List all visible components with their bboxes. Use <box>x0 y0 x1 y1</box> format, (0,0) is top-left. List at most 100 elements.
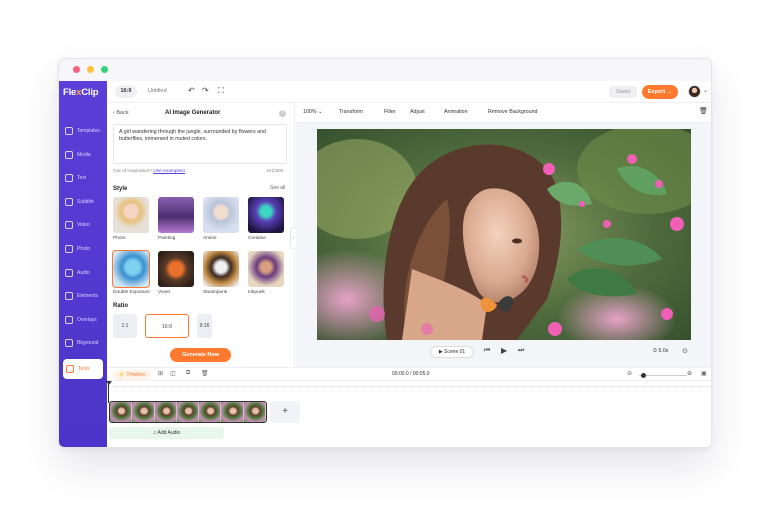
sidebar-item-label: Tools <box>78 366 90 372</box>
trim-icon[interactable]: ◫ <box>170 370 176 377</box>
use-examples-link[interactable]: Use examples! <box>153 169 185 174</box>
timeline-toolbar: ⚡ Timeline ⊞ ◫ ⧉ 🗑 00:00.0 / 00:05.0 ⊖ ⊕… <box>107 367 711 381</box>
window-titlebar <box>59 59 711 81</box>
see-all-link[interactable]: See all <box>270 185 285 191</box>
next-icon[interactable]: ⏭ <box>518 347 524 355</box>
sidebar-item-label: Audio <box>77 269 90 276</box>
background-icon <box>65 339 73 348</box>
add-clip-button[interactable]: + <box>270 401 300 423</box>
style-option-creative[interactable]: Creative <box>248 197 284 241</box>
scene-button[interactable]: ▶ Scene 01 <box>430 346 474 358</box>
player-controls: ▶ Scene 01 ⏮ ▶ ⏭ ⏱ 5.0s ⊙ <box>296 345 711 367</box>
playhead[interactable] <box>106 381 112 403</box>
aspect-ratio-button[interactable]: 16:9 <box>115 85 137 98</box>
sidebar-item-bkground[interactable]: Bkground <box>59 333 107 353</box>
undo-icon[interactable]: ↶ <box>188 86 195 96</box>
maximize-dot[interactable] <box>101 66 108 73</box>
generate-now-button[interactable]: Generate Now <box>170 348 231 362</box>
style-option-double-exposure[interactable]: Double Exposure <box>112 250 150 295</box>
timeline-tab[interactable]: ⚡ Timeline <box>113 370 151 380</box>
sidebar-item-video[interactable]: Video <box>59 215 107 235</box>
sidebar-item-media[interactable]: Media <box>59 145 107 165</box>
sidebar-item-photo[interactable]: Photo <box>59 239 107 259</box>
sidebar-item-label: Elements <box>77 293 98 300</box>
browser-window: FlexClip Templates Media Text Subtitle Video… <box>58 58 712 448</box>
ratio-heading: Ratio <box>113 303 128 309</box>
sidebar-item-audio[interactable]: Audio <box>59 263 107 283</box>
editor-toolbar: 100% ⌄ Transform Filter Adjust Animation… <box>296 103 711 123</box>
sidebar-item-tools[interactable]: Tools <box>63 359 103 379</box>
sidebar-item-label: Text <box>77 175 87 182</box>
ai-image-generator-panel: ‹ Back AI Image Generator ? A girl wande… <box>107 103 295 367</box>
girl-in-jungle-image <box>317 129 691 340</box>
delete-icon[interactable]: 🗑 <box>201 370 209 377</box>
project-title[interactable]: Untitled <box>148 88 167 94</box>
style-option-painting[interactable]: Painting <box>158 197 194 241</box>
sidebar-item-elements[interactable]: Elements <box>59 286 107 306</box>
style-heading: Style <box>113 186 128 192</box>
sidebar-item-templates[interactable]: Templates <box>59 121 107 141</box>
animation-button[interactable]: Animation <box>444 109 468 115</box>
text-icon <box>65 174 73 183</box>
photo-icon <box>65 245 73 253</box>
sidebar-item-label: Templates <box>77 128 100 134</box>
sidebar-item-label: Media <box>77 151 91 158</box>
tools-icon <box>66 365 74 373</box>
generated-image-preview[interactable] <box>317 129 691 340</box>
add-audio-button[interactable]: ♫ Add Audio <box>109 427 224 439</box>
minimize-dot[interactable] <box>87 66 94 73</box>
remove-background-button[interactable]: Remove Background <box>488 109 537 115</box>
timeline-ruler <box>107 381 711 387</box>
templates-icon <box>65 127 73 135</box>
flexclip-logo[interactable]: FlexClip <box>63 87 99 98</box>
overlays-icon <box>65 315 73 324</box>
sidebar-item-text[interactable]: Text <box>59 168 107 188</box>
style-option-steampunk[interactable]: Steampunk <box>203 251 239 295</box>
style-option-anime[interactable]: Anime <box>203 197 239 241</box>
filter-button[interactable]: Filter <box>384 109 396 115</box>
audio-icon <box>65 268 73 277</box>
zoom-out-icon[interactable]: ⊖ <box>627 370 632 377</box>
timeline-tracks: + ♫ Add Audio <box>106 381 711 447</box>
style-option-voxel[interactable]: Voxel <box>158 251 194 295</box>
style-option-photo[interactable]: Photo <box>113 197 149 241</box>
zoom-slider-knob[interactable] <box>641 373 647 378</box>
sidebar-item-subtitle[interactable]: Subtitle <box>59 192 107 212</box>
export-button[interactable]: Export → <box>642 85 678 99</box>
adjust-button[interactable]: Adjust <box>410 109 425 115</box>
avatar[interactable] <box>688 85 701 98</box>
split-icon[interactable]: ⊞ <box>158 370 163 377</box>
ratio-option-9-16[interactable]: 9:16 <box>197 314 212 338</box>
sidebar-item-label: Bkground <box>77 340 99 347</box>
redo-icon[interactable]: ↷ <box>202 86 209 96</box>
media-icon <box>65 150 73 159</box>
ratio-option-1-1[interactable]: 1:1 <box>113 314 137 338</box>
help-icon[interactable]: ? <box>279 110 286 117</box>
ratio-option-16-9[interactable]: 16:9 <box>145 314 189 338</box>
zoom-in-icon[interactable]: ⊕ <box>687 370 692 377</box>
zoom-select[interactable]: 100% ⌄ <box>303 109 322 115</box>
scene-duration[interactable]: ⏱ 5.0s <box>653 348 668 355</box>
style-option-inkpunk[interactable]: Inkpunk <box>248 251 284 295</box>
chevron-down-icon[interactable]: ⌄ <box>703 87 708 94</box>
transform-button[interactable]: Transform <box>339 109 363 115</box>
play-icon[interactable]: ▶ <box>501 346 507 355</box>
prompt-textarea[interactable]: A girl wandering through the jungle, sur… <box>113 124 287 164</box>
zoom-slider[interactable] <box>639 375 687 376</box>
previous-icon[interactable]: ⏮ <box>484 347 490 355</box>
video-clip[interactable] <box>109 401 267 423</box>
video-icon <box>65 221 73 230</box>
sidebar: FlexClip Templates Media Text Subtitle Video… <box>59 81 107 447</box>
sidebar-item-overlays[interactable]: Overlays <box>59 310 107 330</box>
fullscreen-icon[interactable]: ⛶ <box>218 86 224 96</box>
fit-screen-icon[interactable]: ⊙ <box>682 347 688 355</box>
duplicate-icon[interactable]: ⧉ <box>186 370 190 377</box>
sidebar-item-label: Video <box>77 222 90 229</box>
subtitle-icon <box>65 197 73 206</box>
back-button[interactable]: ‹ Back <box>113 110 129 116</box>
editor-app: FlexClip Templates Media Text Subtitle Video… <box>59 81 711 447</box>
fit-timeline-icon[interactable]: ▣ <box>701 370 707 377</box>
close-dot[interactable] <box>73 66 80 73</box>
trash-icon[interactable]: 🗑 <box>699 107 708 115</box>
sidebar-item-label: Overlays <box>77 316 97 323</box>
